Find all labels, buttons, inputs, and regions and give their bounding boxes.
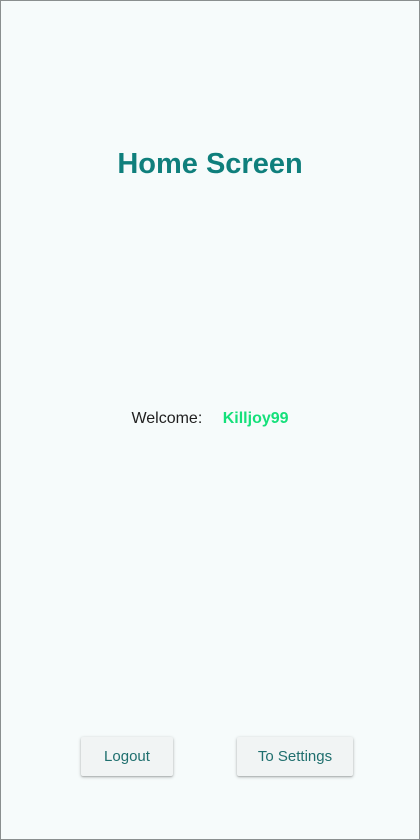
- username-text: Killjoy99: [222, 410, 289, 427]
- to-settings-button[interactable]: To Settings: [237, 737, 353, 776]
- welcome-row: Welcome: Killjoy99: [1, 408, 419, 430]
- welcome-label: Welcome:: [131, 410, 203, 427]
- logout-button[interactable]: Logout: [81, 737, 173, 776]
- home-screen: Home Screen Welcome: Killjoy99 Logout To…: [0, 0, 420, 840]
- page-title: Home Screen: [117, 148, 303, 180]
